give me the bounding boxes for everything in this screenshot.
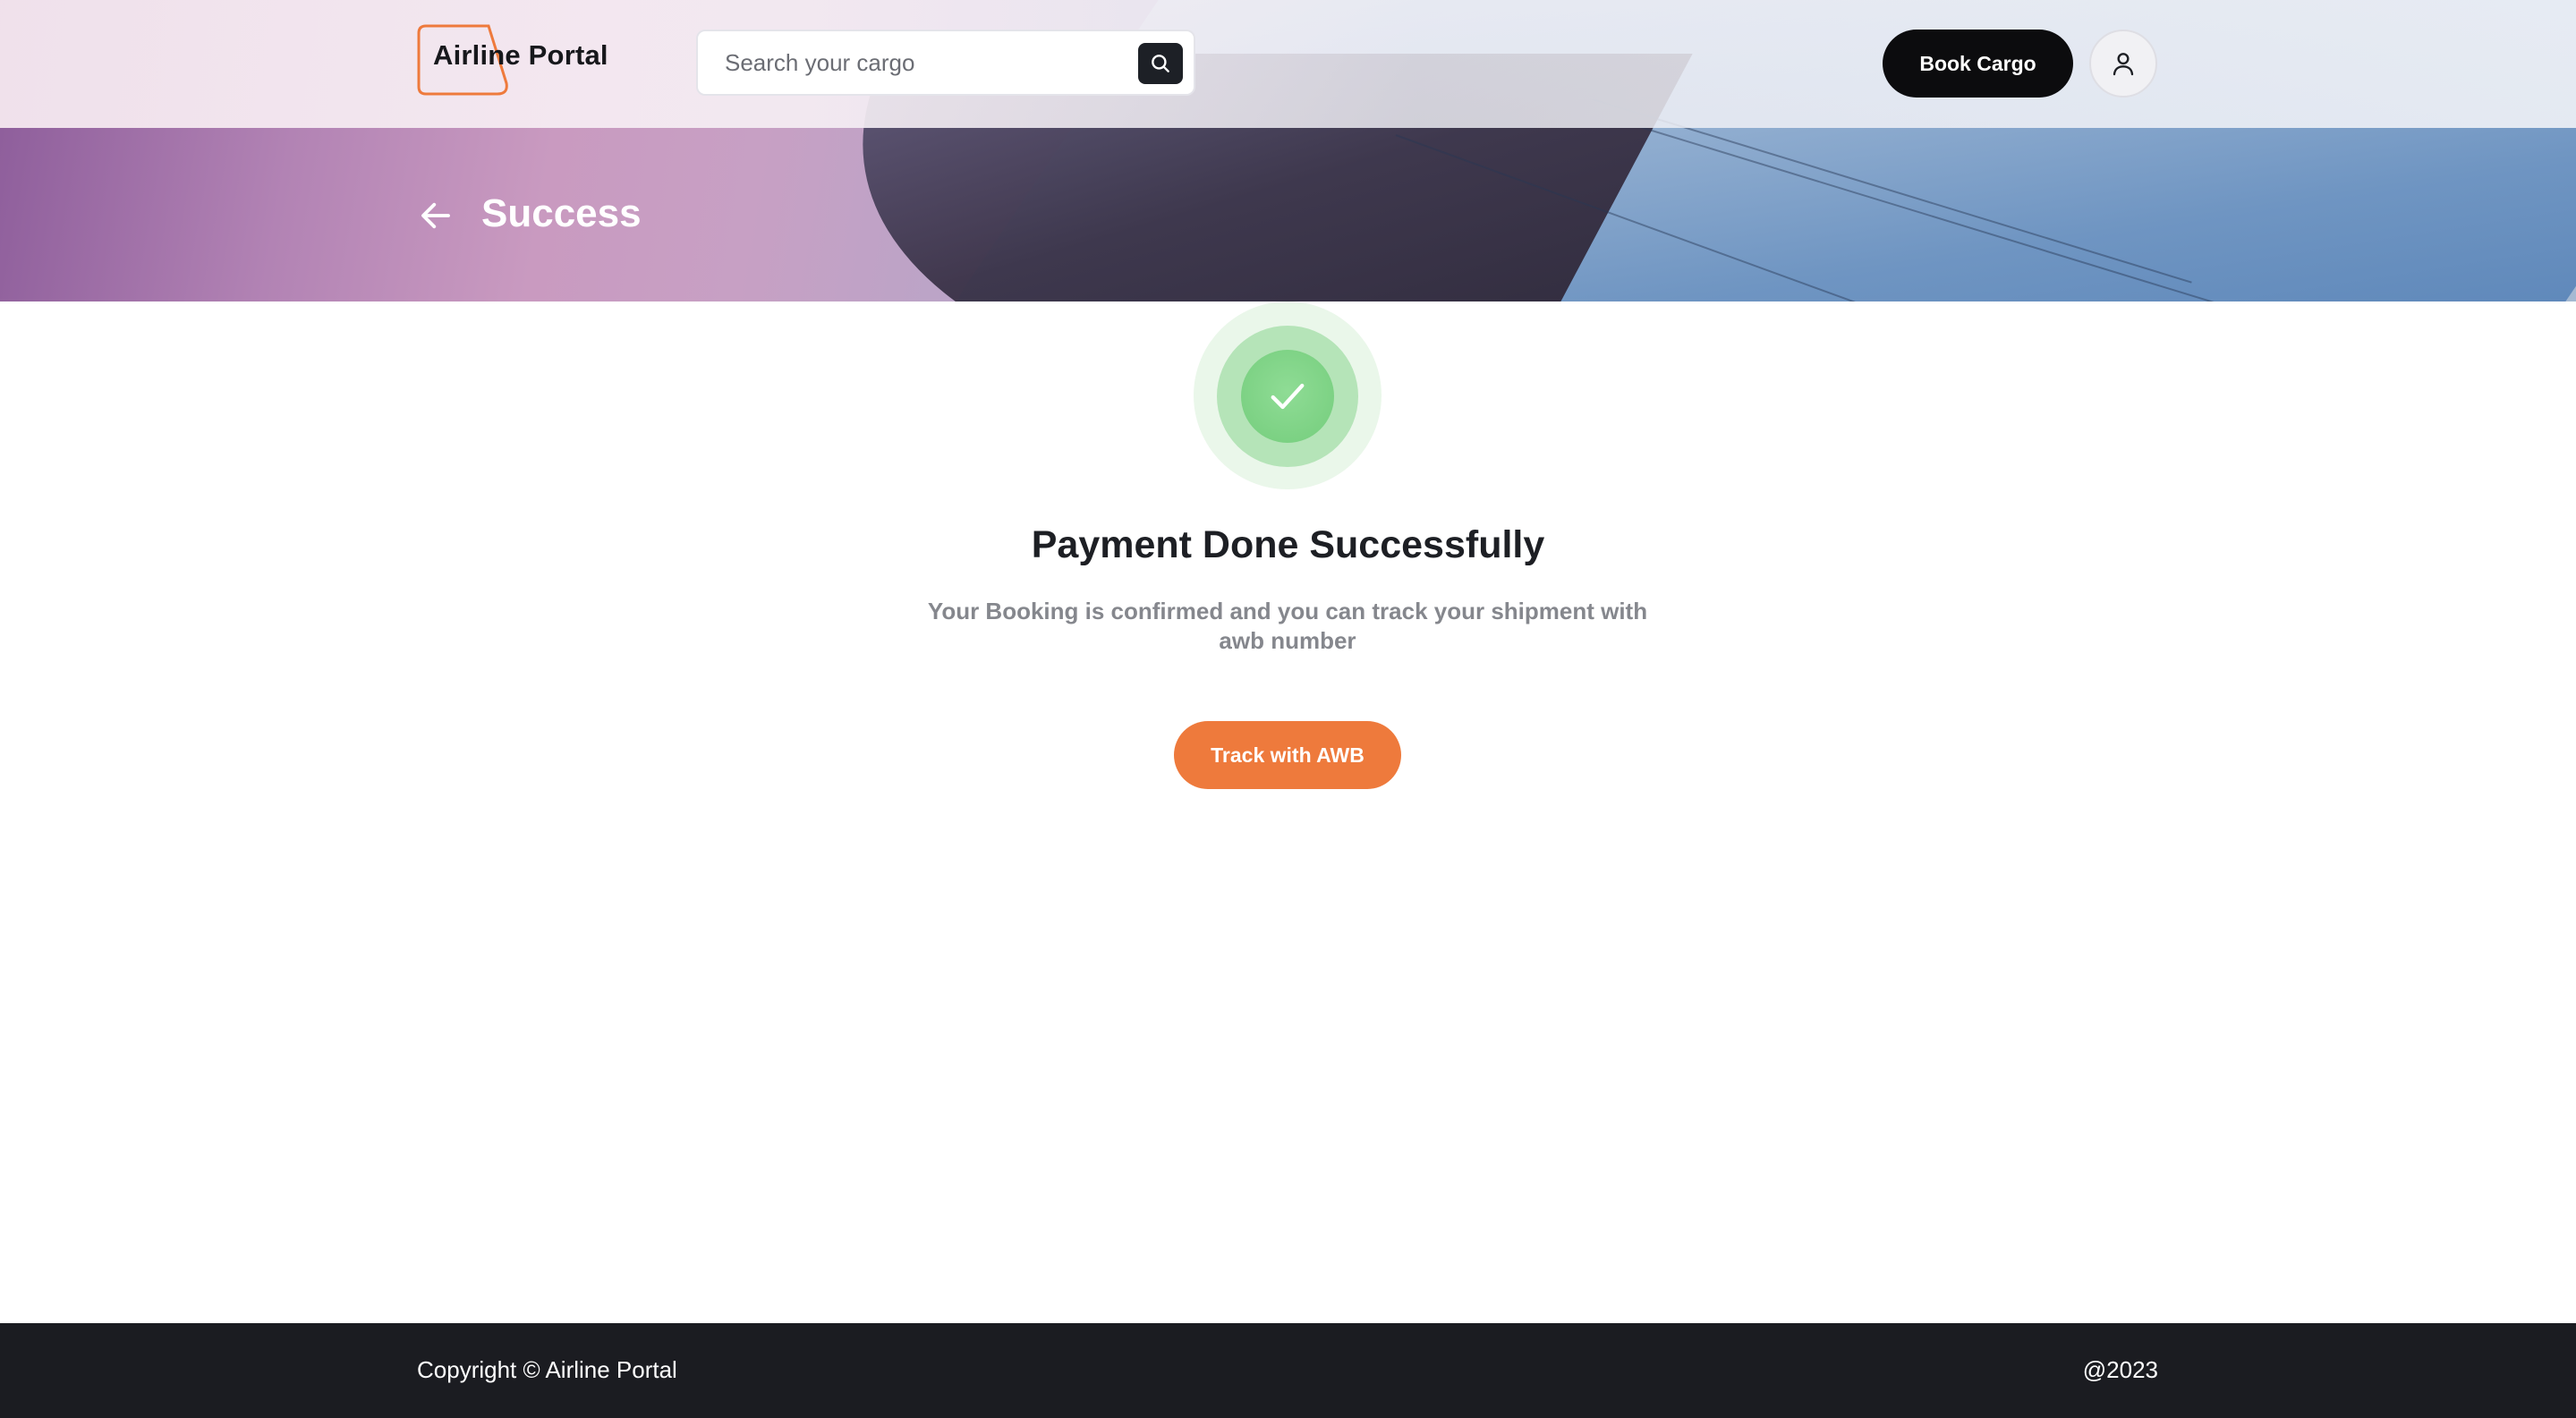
footer-copyright: Copyright © Airline Portal [417, 1356, 677, 1383]
arrow-left-icon [421, 202, 450, 229]
success-heading: Payment Done Successfully [1031, 523, 1545, 566]
search-input[interactable] [725, 31, 1109, 94]
track-with-awb-button[interactable]: Track with AWB [1174, 721, 1401, 789]
footer: Copyright © Airline Portal @2023 [0, 1323, 2576, 1418]
header-bar [0, 0, 2576, 128]
success-indicator [1241, 350, 1334, 443]
success-description: Your Booking is confirmed and you can tr… [927, 598, 1648, 654]
search-icon [1152, 55, 1169, 72]
search-box [696, 30, 1195, 96]
back-button[interactable] [417, 197, 455, 234]
book-cargo-button[interactable]: Book Cargo [1883, 30, 2073, 98]
user-icon [2113, 53, 2134, 76]
hero-background [0, 0, 2576, 301]
footer-year: @2023 [2082, 1356, 2158, 1383]
logo-text: Airline Portal [433, 39, 608, 71]
page-title: Success [481, 191, 642, 235]
search-button[interactable] [1138, 43, 1183, 84]
check-icon [1271, 383, 1305, 410]
user-profile-button[interactable] [2089, 30, 2157, 98]
